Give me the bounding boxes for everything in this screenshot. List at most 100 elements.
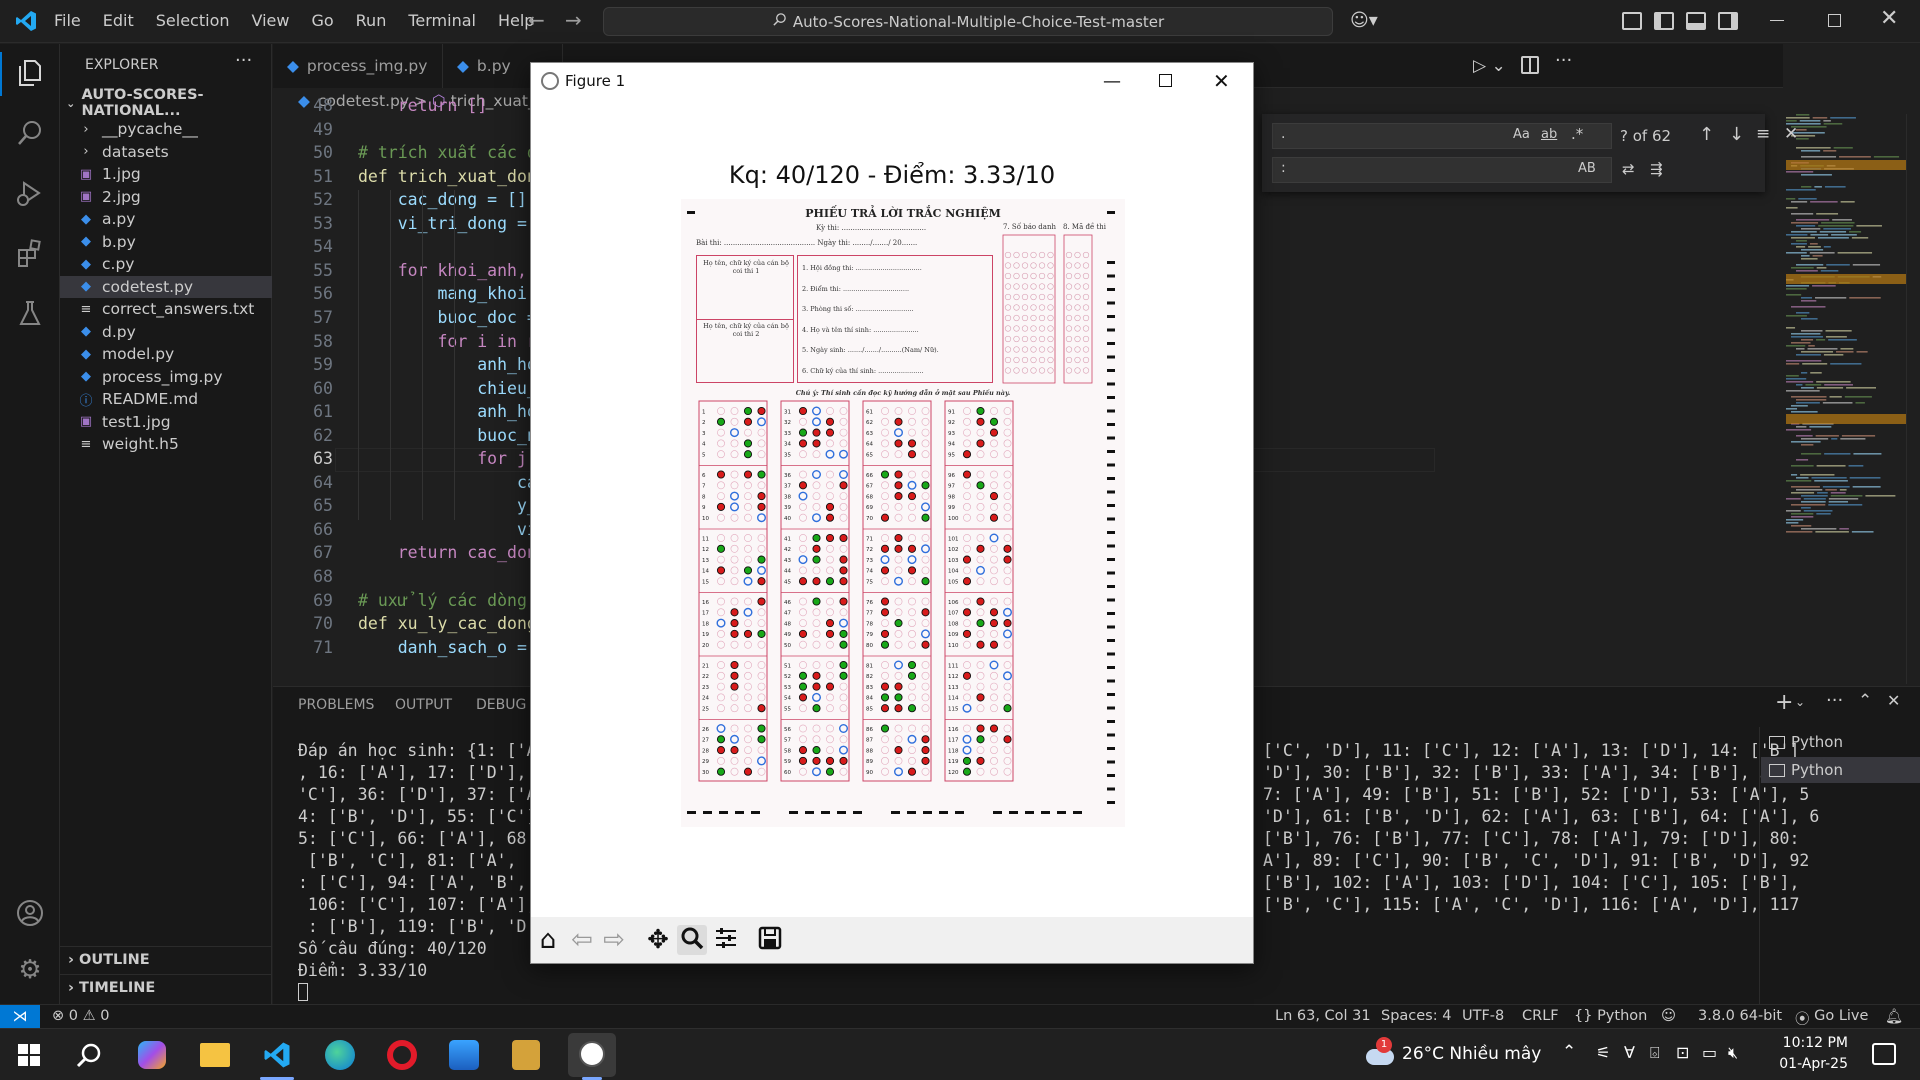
file-tree-item[interactable]: ≡ correct_answers.txt (60, 298, 272, 321)
windows-start-icon[interactable] (18, 1044, 40, 1066)
replace-all-icon[interactable]: ⇶ (1650, 160, 1663, 178)
workspace-root[interactable]: ⌄ AUTO-SCORES-NATIONAL... (60, 87, 272, 119)
vscode-taskbar-icon[interactable] (262, 1040, 292, 1074)
screen-icon[interactable]: ⊡ (1676, 1043, 1689, 1062)
minimize-icon[interactable]: — (1103, 71, 1121, 92)
volume-muted-icon[interactable]: 🔇︎ (1728, 1043, 1738, 1063)
battery-icon[interactable]: ▭ (1702, 1043, 1717, 1062)
window-close-icon[interactable]: ✕ (1880, 6, 1898, 31)
window-restore-icon[interactable] (1828, 14, 1841, 27)
accounts-icon[interactable] (14, 898, 46, 930)
taskbar-search-icon[interactable] (76, 1042, 102, 1072)
file-tree-item[interactable]: ◆ c.py (60, 253, 272, 276)
language-mode[interactable]: {} Python (1574, 1008, 1647, 1024)
file-explorer-icon[interactable] (200, 1043, 230, 1067)
terminal-list-item-active[interactable]: Python (1761, 757, 1920, 783)
regex-toggle[interactable]: .* (1571, 125, 1583, 143)
more-actions-icon[interactable]: ··· (235, 50, 252, 71)
clock-time[interactable]: 10:12 PM (1758, 1035, 1848, 1051)
photos-app-icon[interactable] (449, 1040, 479, 1070)
terminal-list-item[interactable]: Python (1761, 729, 1920, 755)
menu-terminal[interactable]: Terminal (408, 11, 476, 30)
camera-icon[interactable]: ⌺ (1650, 1043, 1660, 1063)
python-interpreter[interactable]: 3.8.0 64-bit (1698, 1008, 1782, 1024)
file-tree-item[interactable]: ⓘ README.md (60, 388, 272, 411)
file-tree-item[interactable]: › datasets (60, 141, 272, 164)
explorer-files-icon[interactable] (14, 58, 46, 90)
more-actions-icon[interactable]: ··· (1826, 690, 1843, 711)
home-icon[interactable]: ⌂ (533, 925, 563, 955)
file-tree-item[interactable]: ≡ weight.h5 (60, 433, 272, 456)
clock-date[interactable]: 01-Apr-25 (1758, 1056, 1848, 1072)
file-tree-item[interactable]: ◆ b.py (60, 231, 272, 254)
editor-scrollbar[interactable] (1906, 114, 1920, 684)
matplotlib-taskbar-button[interactable] (568, 1033, 616, 1077)
minimap[interactable] (1786, 114, 1906, 534)
toggle-sidebar-icon[interactable] (1654, 12, 1674, 30)
weather-text[interactable]: 26°C Nhiều mây (1402, 1044, 1541, 1064)
file-tree-item[interactable]: ▣ 1.jpg (60, 163, 272, 186)
window-minimize-icon[interactable] (1770, 20, 1784, 21)
previous-match-icon[interactable]: ↑ (1699, 124, 1714, 145)
file-tree-item[interactable]: ◆ codetest.py (60, 275, 272, 298)
toggle-panel-icon[interactable] (1686, 12, 1706, 30)
run-debug-icon[interactable] (14, 178, 46, 210)
zoom-icon[interactable] (677, 925, 707, 955)
customize-layout-icon[interactable] (1622, 12, 1642, 30)
menu-run[interactable]: Run (356, 11, 387, 30)
preserve-case-toggle[interactable]: AB (1578, 161, 1596, 176)
encoding[interactable]: UTF-8 (1462, 1008, 1504, 1024)
security-app-icon[interactable] (512, 1040, 540, 1070)
tab-problems[interactable]: PROBLEMS (298, 697, 374, 713)
maximize-panel-icon[interactable]: ⌃ (1858, 691, 1872, 711)
testing-flask-icon[interactable] (14, 298, 46, 330)
close-find-icon[interactable]: ✕ (1784, 124, 1798, 144)
forward-arrow-icon[interactable]: ⇨ (599, 925, 629, 955)
configure-subplots-icon[interactable] (711, 925, 741, 955)
nav-forward-icon[interactable]: → (565, 8, 582, 32)
copilot-icon[interactable]: ☺▾ (1350, 10, 1378, 31)
close-panel-icon[interactable]: ✕ (1887, 691, 1900, 710)
split-editor-icon[interactable] (1521, 56, 1539, 74)
vscode-logo-icon[interactable] (14, 9, 38, 33)
find-in-selection-icon[interactable]: ≡ (1756, 124, 1770, 144)
maximize-icon[interactable] (1159, 74, 1172, 87)
replace-input[interactable]: : AB (1272, 157, 1612, 183)
tab-output[interactable]: OUTPUT (395, 697, 452, 713)
command-center-search[interactable]: Auto-Scores-National-Multiple-Choice-Tes… (603, 7, 1333, 36)
file-tree-item[interactable]: ▣ 2.jpg (60, 186, 272, 209)
file-tree-item[interactable]: ◆ process_img.py (60, 366, 272, 389)
tab-process-img[interactable]: ◆ process_img.py (273, 44, 443, 88)
toggle-secondary-sidebar-icon[interactable] (1718, 12, 1738, 30)
file-tree-item[interactable]: ▣ test1.jpg (60, 411, 272, 434)
copilot-status-icon[interactable]: ☺ (1661, 1008, 1676, 1024)
vpn-icon[interactable]: ∀ (1624, 1043, 1635, 1062)
terminal-dropdown-icon[interactable]: ⌄ (1795, 695, 1805, 709)
opera-browser-icon[interactable] (387, 1040, 417, 1070)
problems-summary[interactable]: ⊗ 0 ⚠ 0 (52, 1008, 109, 1024)
match-case-toggle[interactable]: Aa (1513, 127, 1530, 142)
match-word-toggle[interactable]: ab (1541, 127, 1557, 142)
menu-go[interactable]: Go (311, 11, 333, 30)
menu-view[interactable]: View (252, 11, 290, 30)
cursor-position[interactable]: Ln 63, Col 31 (1275, 1008, 1371, 1024)
remote-indicator-icon[interactable]: ⋊ (0, 1005, 40, 1028)
run-python-icon[interactable]: ▷ ⌄ (1473, 56, 1506, 76)
go-live-button[interactable]: ⦿ Go Live (1795, 1008, 1868, 1029)
file-tree-item[interactable]: › __pycache__ (60, 118, 272, 141)
menu-edit[interactable]: Edit (103, 11, 134, 30)
more-actions-icon[interactable]: ··· (1555, 50, 1572, 71)
find-input[interactable]: . Aa ab .* (1272, 123, 1612, 149)
manage-gear-icon[interactable]: ⚙ (14, 954, 46, 986)
copilot-app-icon[interactable] (138, 1041, 166, 1069)
menu-file[interactable]: File (54, 11, 81, 30)
line-ending[interactable]: CRLF (1522, 1008, 1559, 1024)
search-view-icon[interactable] (14, 118, 46, 150)
new-terminal-icon[interactable]: + (1775, 690, 1793, 715)
file-tree-item[interactable]: ◆ d.py (60, 321, 272, 344)
edge-browser-icon[interactable] (325, 1040, 355, 1070)
outline-section[interactable]: › OUTLINE (68, 952, 150, 968)
replace-one-icon[interactable]: ⇄ (1622, 160, 1635, 178)
save-figure-icon[interactable] (755, 925, 785, 955)
notifications-bell-icon[interactable]: 🔔︎ (1885, 1008, 1903, 1025)
